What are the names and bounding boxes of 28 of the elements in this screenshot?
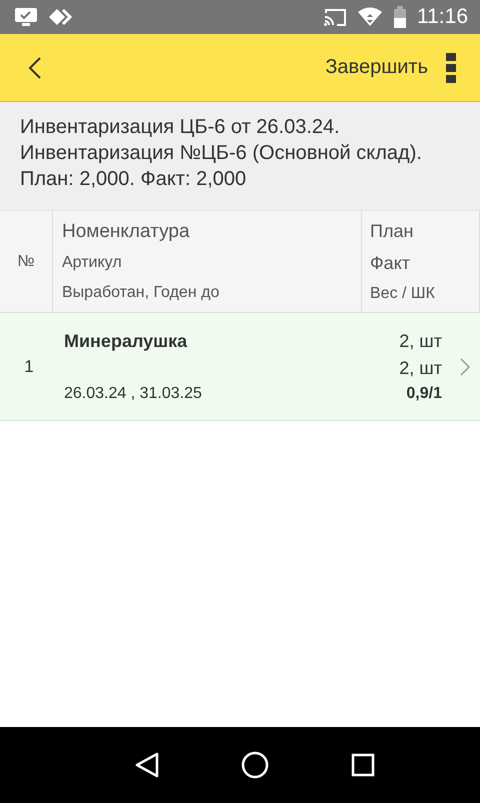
dates-text: 26.03.24 , 31.03.25 <box>64 384 203 402</box>
cast-icon <box>323 7 347 27</box>
diamond-arrow-icon <box>48 8 74 26</box>
back-triangle-icon[interactable] <box>135 752 159 778</box>
recents-square-icon[interactable] <box>351 753 375 777</box>
weight-barcode: 0,9/1 <box>406 384 442 402</box>
more-menu-icon[interactable] <box>446 52 456 82</box>
column-header: № <box>17 252 35 270</box>
column-header: Вес / ШК <box>370 284 436 302</box>
table-row[interactable]: 1 Минералушка 26.03.24 , 31.03.25 2, шт 2, шт 0,9/1 <box>0 313 480 421</box>
document-title: Инвентаризация ЦБ-6 от 26.03.24. Инвентаризация №ЦБ-6 (Основной склад). План: 2,000. Факт: 2,000 <box>20 115 423 192</box>
column-header: Факт <box>370 252 412 274</box>
finish-button[interactable]: Завершить <box>319 52 434 83</box>
wifi-icon <box>357 7 383 27</box>
product-name: Минералушка <box>64 330 188 352</box>
row-number: 1 <box>24 356 34 376</box>
battery-icon <box>393 6 407 28</box>
plan-quantity: 2, шт <box>399 330 442 352</box>
column-header: Номенклатура <box>62 220 191 243</box>
monitor-check-icon <box>14 7 38 27</box>
clock-time: 11:16 <box>417 5 468 29</box>
chevron-right-icon <box>460 358 470 376</box>
fact-quantity: 2, шт <box>399 358 442 378</box>
back-icon[interactable] <box>28 56 42 80</box>
column-header: Выработан, Годен до <box>62 284 220 302</box>
home-circle-icon[interactable] <box>241 751 269 779</box>
column-header: Артикул <box>62 254 123 272</box>
column-header: План <box>370 220 414 242</box>
